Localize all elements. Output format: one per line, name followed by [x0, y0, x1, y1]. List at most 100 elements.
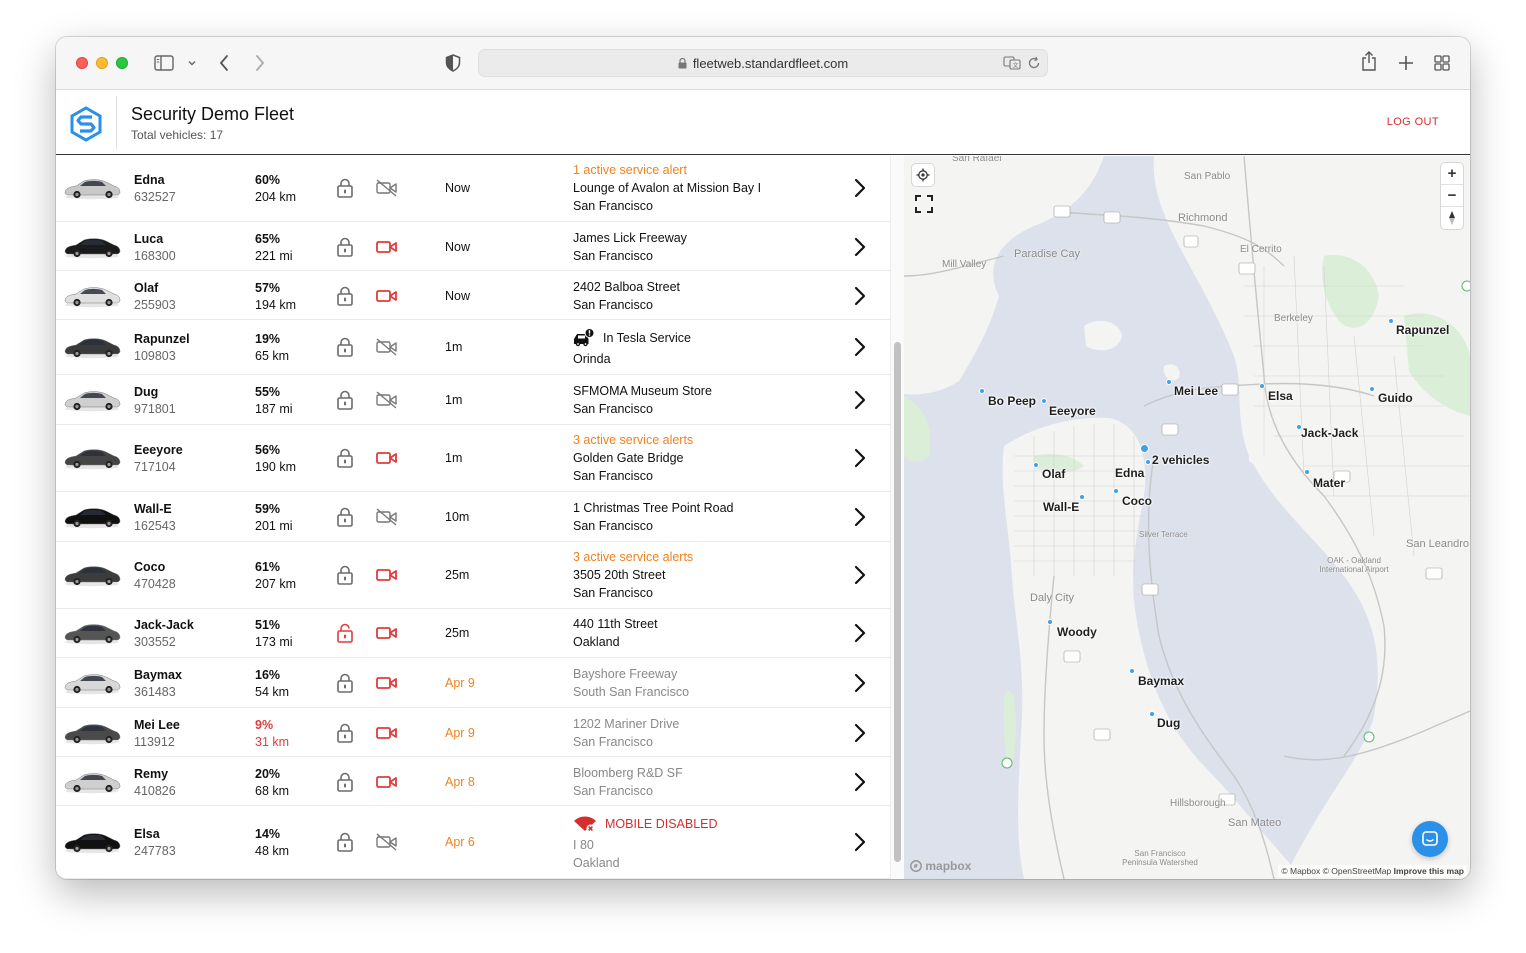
compass-button[interactable] — [1441, 207, 1463, 229]
map-vehicle-label[interactable]: Olaf — [1042, 467, 1065, 481]
chevron-right-icon[interactable] — [852, 622, 868, 644]
chevron-right-icon[interactable] — [852, 831, 868, 853]
map-vehicle-label[interactable]: Mater — [1313, 476, 1345, 490]
camera-off-icon[interactable] — [375, 508, 399, 526]
lock-icon[interactable] — [336, 390, 354, 410]
zoom-out-button[interactable]: − — [1441, 185, 1463, 207]
vehicle-marker[interactable] — [1149, 711, 1155, 717]
chevron-right-icon[interactable] — [852, 672, 868, 694]
attribution-text[interactable]: © Mapbox © OpenStreetMap — [1281, 866, 1391, 876]
chevron-right-icon[interactable] — [852, 722, 868, 744]
list-scrollbar[interactable] — [890, 156, 904, 879]
vehicle-row[interactable]: Dug 971801 55% 187 mi 1m SFMOMA Museum Store S… — [56, 375, 890, 425]
map-vehicle-label[interactable]: Jack-Jack — [1301, 426, 1358, 440]
map-vehicle-label[interactable]: Edna — [1115, 466, 1144, 480]
camera-off-icon[interactable] — [375, 179, 399, 197]
lock-icon[interactable] — [336, 832, 354, 852]
lock-icon[interactable] — [336, 337, 354, 357]
fullscreen-button[interactable] — [912, 192, 936, 216]
vehicle-marker[interactable] — [1047, 619, 1053, 625]
chevron-right-icon[interactable] — [852, 389, 868, 411]
vehicle-row[interactable]: Rapunzel 109803 19% 65 km 1m In Tesla Service… — [56, 320, 890, 375]
address-bar[interactable]: fleetweb.standardfleet.com 文 — [478, 49, 1048, 77]
vehicle-row[interactable]: Luca 168300 65% 221 mi Now James Lick Freeway… — [56, 222, 890, 271]
lock-icon[interactable] — [336, 237, 354, 257]
vehicle-marker[interactable] — [1369, 386, 1375, 392]
service-alert[interactable]: 3 active service alerts — [573, 548, 693, 566]
scrollbar-thumb[interactable] — [894, 342, 901, 862]
translate-icon[interactable]: 文 — [1003, 56, 1021, 75]
camera-off-icon[interactable] — [375, 391, 399, 409]
vehicle-row[interactable]: Baymax 361483 16% 54 km Apr 9 Bayshore Freewa… — [56, 658, 890, 708]
lock-icon[interactable] — [336, 772, 354, 792]
lock-icon[interactable] — [336, 565, 354, 585]
map-vehicle-label[interactable]: Guido — [1378, 391, 1413, 405]
close-window-button[interactable] — [76, 57, 88, 69]
vehicle-marker[interactable] — [1145, 459, 1151, 465]
share-icon[interactable] — [1360, 51, 1378, 71]
vehicle-row[interactable]: Wall-E 162543 59% 201 mi 10m 1 Christmas Tree… — [56, 492, 890, 542]
map-vehicle-label[interactable]: Bo Peep — [988, 394, 1036, 408]
map-vehicle-label[interactable]: Elsa — [1268, 389, 1293, 403]
support-chat-button[interactable] — [1412, 821, 1448, 857]
vehicle-marker[interactable] — [1304, 469, 1310, 475]
forward-icon[interactable] — [252, 53, 268, 73]
vehicle-marker[interactable] — [1259, 383, 1265, 389]
lock-icon[interactable] — [336, 286, 354, 306]
unlocked-icon[interactable] — [336, 623, 354, 643]
vehicle-marker[interactable] — [1129, 668, 1135, 674]
camera-off-icon[interactable] — [375, 833, 399, 851]
fleet-map[interactable]: San Rafael San Pablo Richmond El Cerrito… — [904, 156, 1470, 879]
camera-recording-icon[interactable] — [375, 724, 399, 742]
new-tab-icon[interactable] — [1397, 53, 1415, 73]
vehicle-marker[interactable] — [1388, 318, 1394, 324]
vehicle-marker[interactable] — [1079, 494, 1085, 500]
camera-recording-icon[interactable] — [375, 773, 399, 791]
vehicle-marker[interactable] — [1166, 379, 1172, 385]
chevron-down-icon[interactable] — [186, 53, 198, 73]
lock-icon[interactable] — [336, 723, 354, 743]
map-vehicle-label[interactable]: Coco — [1122, 494, 1152, 508]
vehicle-marker[interactable] — [1041, 398, 1047, 404]
map-vehicle-label[interactable]: Rapunzel — [1396, 323, 1449, 337]
vehicle-row[interactable]: Jack-Jack 303552 51% 173 mi 25m 440 11th Stre… — [56, 609, 890, 658]
chevron-right-icon[interactable] — [852, 447, 868, 469]
reload-icon[interactable] — [1027, 56, 1041, 75]
camera-recording-icon[interactable] — [375, 287, 399, 305]
vehicle-row[interactable]: Coco 470428 61% 207 km 25m 3 active service a… — [56, 542, 890, 609]
logout-button[interactable]: LOG OUT — [1387, 116, 1439, 128]
camera-recording-icon[interactable] — [375, 238, 399, 256]
lock-icon[interactable] — [336, 178, 354, 198]
zoom-window-button[interactable] — [116, 57, 128, 69]
chevron-right-icon[interactable] — [852, 771, 868, 793]
map-cluster-label[interactable]: 2 vehicles — [1152, 453, 1209, 467]
chevron-right-icon[interactable] — [852, 506, 868, 528]
chevron-right-icon[interactable] — [852, 177, 868, 199]
map-vehicle-label[interactable]: Baymax — [1138, 674, 1184, 688]
vehicle-row[interactable]: Edna 632527 60% 204 km Now 1 active service a… — [56, 156, 890, 222]
vehicle-marker[interactable] — [1113, 488, 1119, 494]
service-alert[interactable]: 3 active service alerts — [573, 431, 693, 449]
map-vehicle-label[interactable]: Mei Lee — [1174, 384, 1218, 398]
tab-overview-icon[interactable] — [1433, 53, 1451, 73]
geolocate-button[interactable] — [912, 164, 934, 186]
camera-recording-icon[interactable] — [375, 624, 399, 642]
back-icon[interactable] — [216, 53, 232, 73]
camera-recording-icon[interactable] — [375, 674, 399, 692]
vehicle-marker[interactable] — [979, 388, 985, 394]
mapbox-logo[interactable]: mapbox — [910, 859, 971, 873]
vehicle-row[interactable]: Olaf 255903 57% 194 km Now 2402 Balboa Street… — [56, 271, 890, 320]
chevron-right-icon[interactable] — [852, 285, 868, 307]
map-vehicle-label[interactable]: Wall-E — [1043, 500, 1079, 514]
vehicle-row[interactable]: Elsa 247783 14% 48 km Apr 6 MOBILE DISABLED I … — [56, 806, 890, 879]
chevron-right-icon[interactable] — [852, 564, 868, 586]
vehicle-marker[interactable] — [1033, 462, 1039, 468]
minimize-window-button[interactable] — [96, 57, 108, 69]
privacy-shield-icon[interactable] — [444, 53, 462, 73]
vehicle-row[interactable]: Mei Lee 113912 9% 31 km Apr 9 1202 Mariner Dr… — [56, 708, 890, 757]
improve-map-link[interactable]: Improve this map — [1394, 866, 1464, 876]
camera-recording-icon[interactable] — [375, 449, 399, 467]
vehicle-cluster-marker[interactable] — [1140, 444, 1149, 453]
map-vehicle-label[interactable]: Eeeyore — [1049, 404, 1096, 418]
vehicle-row[interactable]: Eeeyore 717104 56% 190 km 1m 3 active service… — [56, 425, 890, 492]
